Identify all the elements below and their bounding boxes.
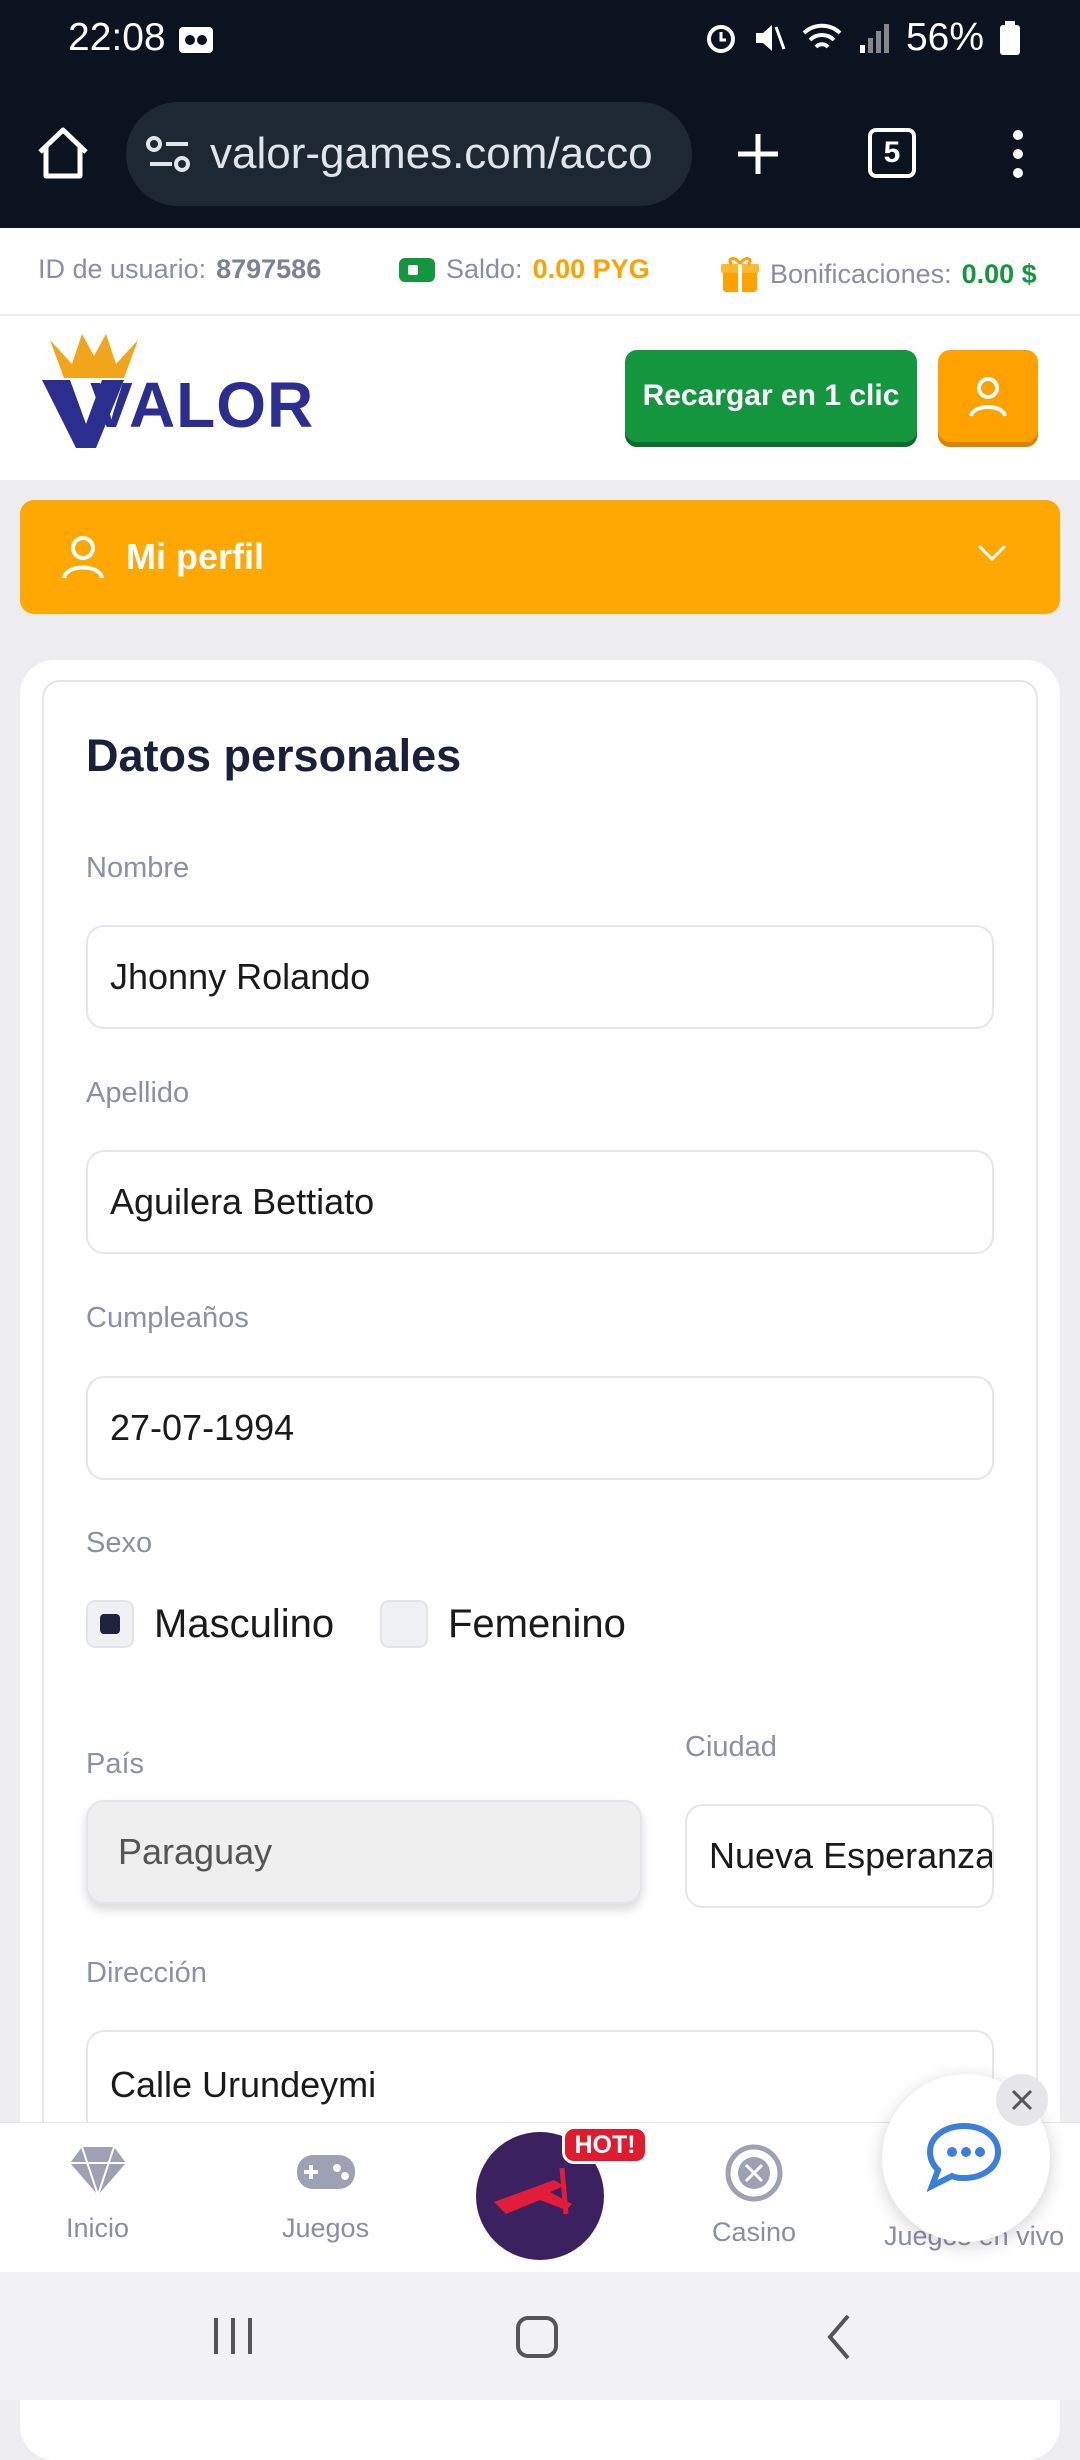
nav-juegos[interactable]: Juegos <box>282 2143 369 2244</box>
close-icon <box>1011 2089 1033 2111</box>
tab-switcher-button[interactable]: 5 <box>868 128 916 178</box>
bonus-value: 0.00 $ <box>961 258 1037 289</box>
roulette-icon <box>725 2144 783 2202</box>
apellido-label: Apellido <box>86 1077 190 1109</box>
ciudad-label: Ciudad <box>685 1731 777 1763</box>
recent-apps-icon[interactable] <box>210 2314 256 2358</box>
recharge-one-click-button[interactable]: Recargar en 1 clic <box>625 350 917 442</box>
balance-value: 0.00 PYG <box>532 254 650 284</box>
radio-selected-dot <box>100 1614 120 1634</box>
birthday-field[interactable]: 27-07-1994 <box>86 1376 994 1480</box>
more-menu-icon[interactable] <box>1004 128 1032 180</box>
chat-icon <box>926 2122 1002 2193</box>
nombre-field[interactable]: Jhonny Rolando <box>86 925 994 1029</box>
femenino-label[interactable]: Femenino <box>448 1602 626 1647</box>
valor-logo[interactable]: VALOR <box>40 330 313 455</box>
birthday-label: Cumpleaños <box>86 1302 249 1334</box>
voicemail-icon <box>179 27 213 53</box>
chat-close-button[interactable] <box>996 2074 1048 2126</box>
profile-menu-label: Mi perfil <box>126 536 265 577</box>
system-navigation-bar <box>0 2272 1080 2400</box>
masculino-radio[interactable] <box>86 1600 134 1648</box>
status-time: 22:08 <box>68 16 166 59</box>
new-tab-icon[interactable] <box>734 130 782 178</box>
gift-icon <box>721 257 759 292</box>
back-icon[interactable] <box>824 2312 854 2362</box>
bonus-label: Bonificaciones: <box>770 258 952 289</box>
balance-label: Saldo: <box>446 254 523 284</box>
direccion-label: Dirección <box>86 1957 207 1989</box>
url-text: valor-games.com/acco <box>210 129 653 178</box>
profile-menu-toggle[interactable]: Mi perfil <box>20 500 1060 614</box>
ciudad-field[interactable]: Nueva Esperanza <box>685 1804 994 1908</box>
wifi-icon <box>802 23 842 49</box>
diamond-icon <box>69 2146 126 2196</box>
sexo-label: Sexo <box>86 1527 153 1559</box>
nombre-label: Nombre <box>86 852 190 884</box>
masculino-label[interactable]: Masculino <box>154 1602 334 1647</box>
wallet-icon <box>399 257 435 282</box>
nav-casino[interactable]: Casino <box>712 2143 796 2248</box>
home-button-icon[interactable] <box>514 2314 560 2360</box>
femenino-radio[interactable] <box>380 1600 428 1648</box>
battery-percent: 56% <box>905 16 984 59</box>
section-title: Datos personales <box>86 730 462 781</box>
user-id-value: 8797586 <box>216 254 322 284</box>
nav-inicio-label: Inicio <box>66 2213 130 2243</box>
apellido-field[interactable]: Aguilera Bettiato <box>86 1150 994 1254</box>
battery-icon <box>1000 21 1020 55</box>
mute-icon <box>755 25 786 51</box>
user-id-label: ID de usuario: <box>38 254 207 284</box>
nav-inicio[interactable]: Inicio <box>66 2143 129 2244</box>
browser-toolbar: valor-games.com/acco 5 <box>0 78 1080 228</box>
status-bar: 22:08 56% <box>0 0 1080 78</box>
account-summary-bar: ID de usuario: 8797586 Saldo: 0.00 PYG B… <box>0 228 1080 316</box>
site-settings-icon[interactable] <box>146 132 192 178</box>
user-icon <box>969 377 1007 417</box>
url-bar[interactable]: valor-games.com/acco <box>126 102 692 206</box>
pais-field[interactable]: Paraguay <box>86 1800 642 1904</box>
signal-icon <box>859 24 889 53</box>
hot-badge: HOT! <box>562 2126 648 2164</box>
nav-casino-label: Casino <box>712 2217 797 2247</box>
chevron-down-icon <box>977 544 1007 562</box>
gamepad-icon <box>296 2155 355 2189</box>
home-icon[interactable] <box>34 124 92 182</box>
site-header: VALOR Recargar en 1 clic <box>0 316 1080 480</box>
user-account-button[interactable] <box>938 350 1038 442</box>
profile-user-icon <box>62 536 104 579</box>
pais-label: País <box>86 1748 145 1780</box>
alarm-icon <box>706 25 735 53</box>
logo-text: VALOR <box>90 369 315 441</box>
nav-juegos-label: Juegos <box>282 2213 370 2243</box>
